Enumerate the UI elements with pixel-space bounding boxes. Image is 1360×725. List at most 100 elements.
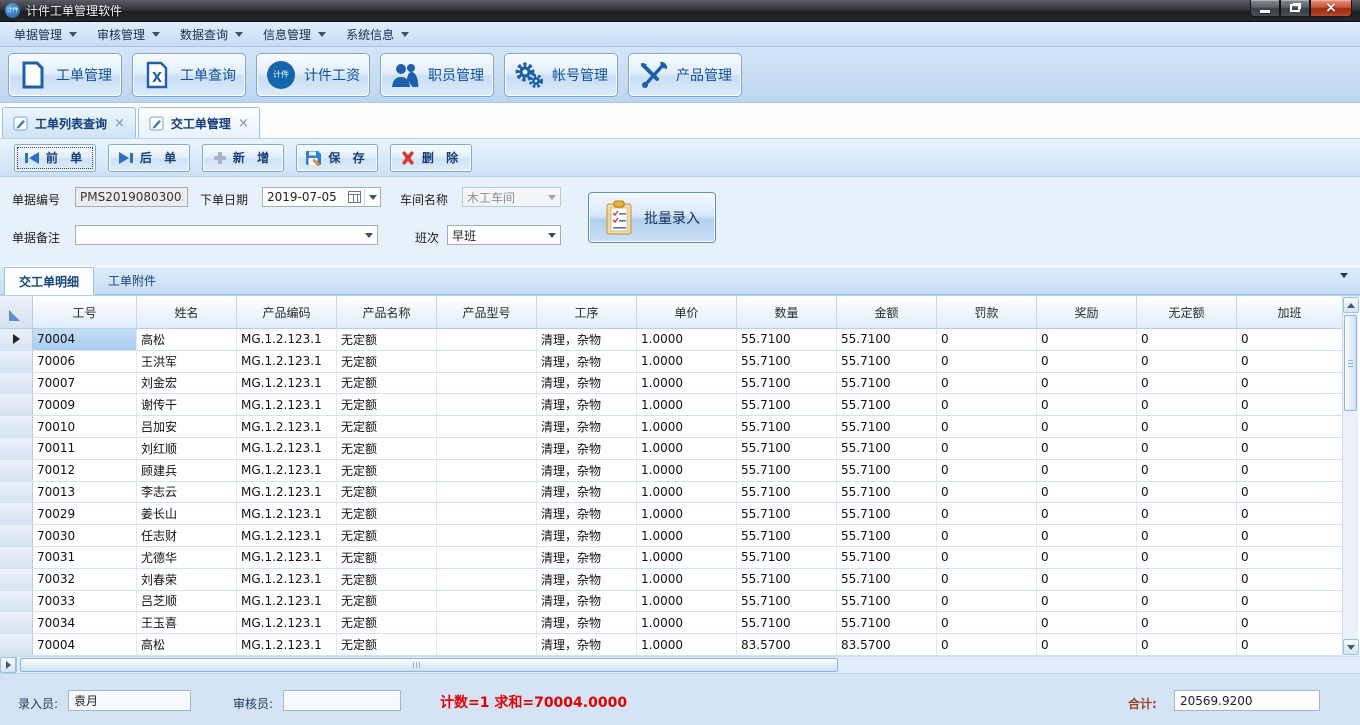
row-indicator[interactable] [0, 591, 33, 612]
workshop-label: 车间名称 [400, 191, 448, 208]
column-header[interactable]: 产品型号 [437, 296, 537, 328]
menu-item-info[interactable]: 信息管理 [253, 22, 336, 47]
auditor-field[interactable] [283, 690, 401, 711]
cell: 清理，杂物 [537, 525, 637, 546]
select-all-corner[interactable] [0, 296, 33, 328]
workshop-dropdown-button [544, 188, 560, 206]
save-button[interactable]: 保 存 [296, 144, 378, 172]
document-x-icon: X [142, 60, 172, 90]
vertical-scroll-thumb[interactable] [1344, 315, 1357, 411]
order-no-field[interactable] [75, 187, 188, 207]
table-row[interactable]: 70030任志财MG.1.2.123.1无定额清理，杂物1.000055.710… [0, 525, 1342, 547]
chevron-down-icon [548, 233, 556, 238]
table-row[interactable]: 70034王玉喜MG.1.2.123.1无定额清理，杂物1.000055.710… [0, 612, 1342, 634]
account-manage-button[interactable]: 帐号管理 [504, 53, 618, 97]
table-row[interactable]: 70029姜长山MG.1.2.123.1无定额清理，杂物1.000055.710… [0, 503, 1342, 525]
cell: 0 [1237, 438, 1342, 459]
row-indicator[interactable] [0, 373, 33, 394]
workorder-query-button[interactable]: X 工单查询 [132, 53, 246, 97]
add-button[interactable]: 新 增 [202, 144, 284, 172]
row-indicator[interactable] [0, 394, 33, 415]
maximize-button[interactable] [1280, 0, 1310, 17]
horizontal-scroll-thumb[interactable] [20, 658, 838, 672]
workorder-manage-button[interactable]: 工单管理 [8, 53, 122, 97]
scroll-up-button[interactable] [1343, 297, 1359, 313]
next-order-button[interactable]: 后 单 [108, 144, 190, 172]
tab-workorder-attachment[interactable]: 工单附件 [94, 267, 170, 294]
table-row[interactable]: 70009谢传干MG.1.2.123.1无定额清理，杂物1.000055.710… [0, 394, 1342, 416]
column-header[interactable]: 工序 [537, 296, 637, 328]
menu-item-documents[interactable]: 单据管理 [4, 22, 87, 47]
cell: 顾建兵 [137, 460, 237, 481]
column-header[interactable]: 单价 [637, 296, 737, 328]
column-header[interactable]: 姓名 [137, 296, 237, 328]
cell: MG.1.2.123.1 [237, 503, 337, 524]
delete-button[interactable]: 删 除 [390, 144, 472, 172]
table-row[interactable]: 70006王洪军MG.1.2.123.1无定额清理，杂物1.000055.710… [0, 351, 1342, 373]
prev-order-button[interactable]: 前 单 [14, 144, 96, 172]
date-dropdown-button[interactable] [364, 188, 380, 206]
row-indicator[interactable] [0, 351, 33, 372]
table-row[interactable]: 70012顾建兵MG.1.2.123.1无定额清理，杂物1.000055.710… [0, 460, 1342, 482]
cell: 0 [937, 525, 1037, 546]
column-header[interactable]: 罚款 [937, 296, 1037, 328]
row-indicator[interactable] [0, 460, 33, 481]
shift-dropdown-button[interactable] [544, 226, 560, 244]
tool-button-label: 计件工资 [304, 65, 360, 85]
row-indicator[interactable] [0, 503, 33, 524]
row-indicator[interactable] [0, 634, 33, 655]
tab-delivery-order-manage[interactable]: 交工单管理 [138, 107, 260, 138]
batch-entry-button[interactable]: 批量录入 [588, 192, 716, 243]
tab-workorder-list-query[interactable]: 工单列表查询 [2, 107, 136, 138]
horizontal-scrollbar[interactable] [0, 656, 1360, 673]
row-indicator[interactable] [0, 438, 33, 459]
row-indicator[interactable] [0, 482, 33, 503]
close-icon[interactable] [114, 116, 125, 131]
row-indicator[interactable] [0, 569, 33, 590]
column-header[interactable]: 金额 [837, 296, 937, 328]
entry-clerk-field[interactable] [68, 690, 191, 711]
table-row[interactable]: 70007刘金宏MG.1.2.123.1无定额清理，杂物1.000055.710… [0, 373, 1342, 395]
product-manage-button[interactable]: 产品管理 [628, 53, 742, 97]
tab-delivery-detail[interactable]: 交工单明细 [4, 267, 94, 295]
staff-manage-button[interactable]: 职员管理 [380, 53, 494, 97]
table-row[interactable]: 70004高松MG.1.2.123.1无定额清理，杂物1.000083.5700… [0, 634, 1342, 656]
remark-dropdown-button[interactable] [361, 226, 377, 244]
shift-combo[interactable]: 早班 [447, 225, 561, 245]
column-header[interactable]: 数量 [737, 296, 837, 328]
column-header[interactable]: 奖励 [1037, 296, 1137, 328]
table-row[interactable]: 70011刘红顺MG.1.2.123.1无定额清理，杂物1.000055.710… [0, 438, 1342, 460]
column-header[interactable]: 加班 [1237, 296, 1342, 328]
vertical-scrollbar[interactable] [1342, 296, 1358, 656]
close-icon[interactable] [238, 116, 249, 131]
table-row[interactable]: 70033吕芝顺MG.1.2.123.1无定额清理，杂物1.000055.710… [0, 591, 1342, 613]
table-row[interactable]: 70013李志云MG.1.2.123.1无定额清理，杂物1.000055.710… [0, 482, 1342, 504]
remark-combo[interactable] [75, 225, 378, 245]
cell: MG.1.2.123.1 [237, 373, 337, 394]
total-field[interactable] [1174, 690, 1320, 711]
table-row[interactable]: 70031尤德华MG.1.2.123.1无定额清理，杂物1.000055.710… [0, 547, 1342, 569]
column-header[interactable]: 产品名称 [337, 296, 437, 328]
menu-item-audit[interactable]: 审核管理 [87, 22, 170, 47]
row-indicator[interactable] [0, 612, 33, 633]
column-header[interactable]: 产品编码 [237, 296, 337, 328]
scroll-down-button[interactable] [1343, 639, 1359, 655]
menu-item-data-query[interactable]: 数据查询 [170, 22, 253, 47]
order-date-picker[interactable]: 2019-07-05 [262, 187, 381, 207]
piecework-pay-button[interactable]: 计件 计件工资 [256, 53, 370, 97]
tabstrip-dropdown-button[interactable] [1340, 278, 1348, 292]
close-button[interactable] [1310, 0, 1352, 17]
column-header[interactable]: 无定额 [1137, 296, 1237, 328]
column-header[interactable]: 工号 [33, 296, 137, 328]
row-indicator[interactable] [0, 547, 33, 568]
table-row[interactable]: 70010吕加安MG.1.2.123.1无定额清理，杂物1.000055.710… [0, 416, 1342, 438]
menu-item-system[interactable]: 系统信息 [336, 22, 419, 47]
row-indicator[interactable] [0, 525, 33, 546]
table-row[interactable]: 70032刘春荣MG.1.2.123.1无定额清理，杂物1.000055.710… [0, 569, 1342, 591]
minimize-button[interactable] [1250, 0, 1280, 17]
scroll-right-button[interactable] [0, 657, 16, 673]
table-row[interactable]: 70004高松MG.1.2.123.1无定额清理，杂物1.000055.7100… [0, 329, 1342, 351]
current-row-indicator[interactable] [0, 329, 33, 350]
row-indicator[interactable] [0, 416, 33, 437]
workshop-value: 木工车间 [463, 189, 544, 206]
